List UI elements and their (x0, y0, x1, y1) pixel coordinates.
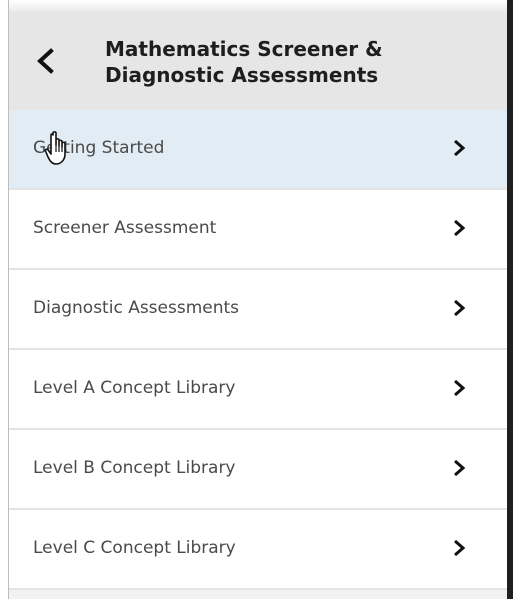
menu-item-label: Getting Started (33, 138, 165, 158)
title-line-1: Mathematics Screener & (105, 37, 383, 61)
menu-item-screener-assessment[interactable]: Screener Assessment (9, 190, 507, 270)
chevron-right-icon (451, 538, 467, 558)
panel-header: Mathematics Screener & Diagnostic Assess… (9, 12, 507, 110)
chevron-left-icon (37, 48, 54, 74)
menu-item-label: Level B Concept Library (33, 458, 236, 478)
menu-item-level-b-concept-library[interactable]: Level B Concept Library (9, 430, 507, 510)
page-title: Mathematics Screener & Diagnostic Assess… (105, 36, 485, 88)
navigation-panel: Mathematics Screener & Diagnostic Assess… (9, 12, 507, 599)
top-shadow (9, 0, 507, 12)
chevron-right-icon (451, 218, 467, 238)
menu-list: Getting Started Screener Assessment Diag… (9, 110, 507, 590)
menu-item-label: Screener Assessment (33, 218, 217, 238)
chevron-right-icon (451, 298, 467, 318)
menu-item-label: Level C Concept Library (33, 538, 236, 558)
left-window-edge (0, 0, 8, 599)
chevron-right-icon (451, 138, 467, 158)
menu-item-level-a-concept-library[interactable]: Level A Concept Library (9, 350, 507, 430)
menu-item-level-c-concept-library[interactable]: Level C Concept Library (9, 510, 507, 590)
menu-item-label: Level A Concept Library (33, 378, 236, 398)
chevron-right-icon (451, 378, 467, 398)
menu-item-diagnostic-assessments[interactable]: Diagnostic Assessments (9, 270, 507, 350)
title-line-2: Diagnostic Assessments (105, 63, 379, 87)
menu-item-label: Diagnostic Assessments (33, 298, 240, 318)
back-button[interactable] (31, 46, 61, 76)
right-window-edge (507, 0, 513, 599)
chevron-right-icon (451, 458, 467, 478)
menu-item-getting-started[interactable]: Getting Started (9, 110, 507, 190)
